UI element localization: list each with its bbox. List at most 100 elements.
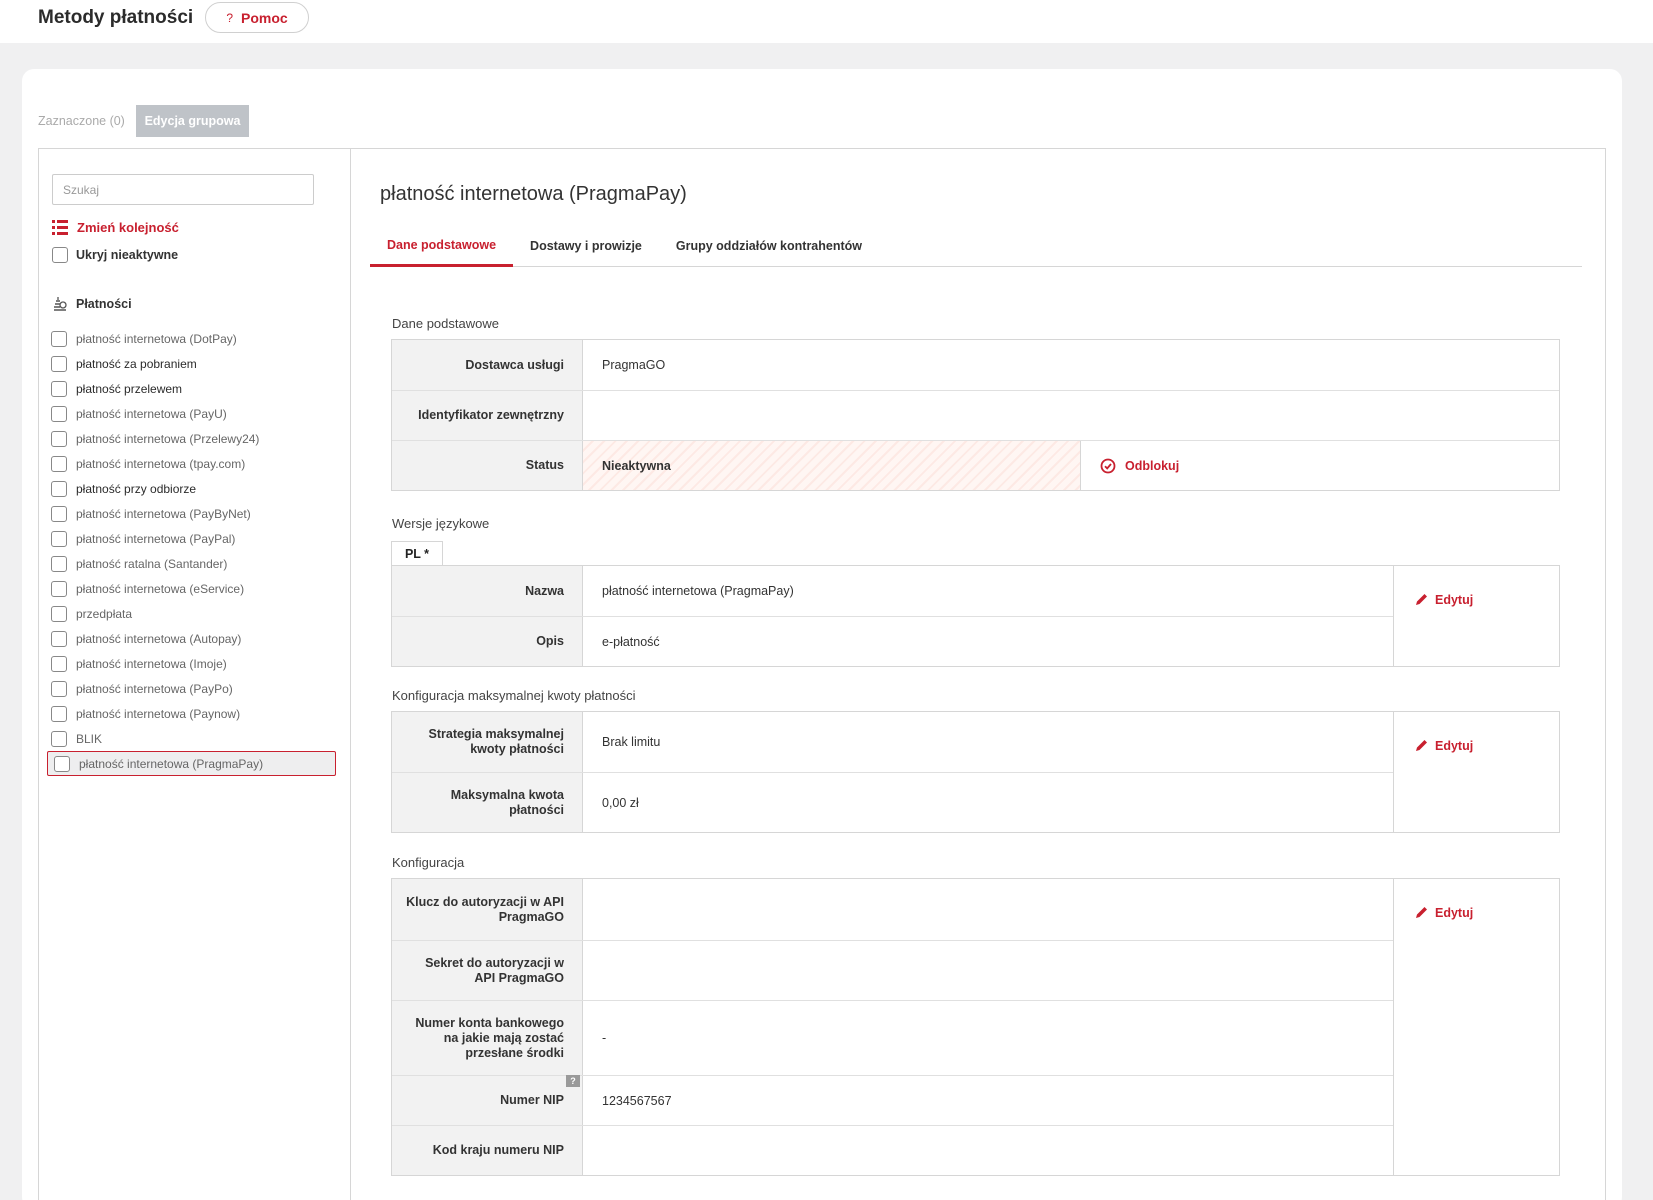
reorder-button[interactable]: Zmień kolejność	[52, 220, 179, 235]
table-row: Maksymalna kwota płatności 0,00 zł	[392, 772, 1393, 832]
max-strategy-label: Strategia maksymalnej kwoty płatności	[392, 712, 583, 772]
checkbox[interactable]	[54, 755, 70, 772]
list-item[interactable]: płatność ratalna (Santander)	[51, 551, 341, 576]
table-row: Kod kraju numeru NIP	[392, 1125, 1393, 1175]
checkbox[interactable]	[51, 580, 67, 597]
checkbox[interactable]	[51, 655, 67, 672]
question-icon: ?	[226, 10, 233, 25]
checkbox[interactable]	[51, 405, 67, 422]
list-item-label: płatność przelewem	[76, 381, 183, 396]
configuration-section-title: Konfiguracja	[392, 855, 465, 870]
panel-divider	[350, 148, 351, 1200]
checkbox[interactable]	[51, 505, 67, 522]
list-item-label: płatność internetowa (DotPay)	[76, 331, 237, 346]
tab-basic-data[interactable]: Dane podstawowe	[370, 225, 514, 267]
table-row: Status Nieaktywna Odblokuj	[392, 440, 1559, 490]
list-item[interactable]: płatność internetowa (PayByNet)	[51, 501, 341, 526]
list-item[interactable]: płatność internetowa (PayPal)	[51, 526, 341, 551]
list-item[interactable]: BLIK	[51, 726, 341, 751]
list-item[interactable]: płatność internetowa (Paynow)	[51, 701, 341, 726]
edit-label: Edytuj	[1435, 738, 1474, 753]
list-item-label: płatność za pobraniem	[76, 356, 197, 371]
nip-help-icon[interactable]: ?	[566, 1075, 580, 1087]
list-item[interactable]: płatność przelewem	[51, 376, 341, 401]
checkbox[interactable]	[51, 555, 67, 572]
checkbox[interactable]	[51, 605, 67, 622]
nip-country-label: Kod kraju numeru NIP	[392, 1126, 583, 1175]
checkbox[interactable]	[51, 705, 67, 722]
list-item[interactable]: płatność za pobraniem	[51, 351, 341, 376]
help-button[interactable]: ? Pomoc	[205, 2, 309, 33]
list-item[interactable]: płatność internetowa (PragmaPay)	[47, 751, 336, 776]
checkbox[interactable]	[51, 680, 67, 697]
checkbox[interactable]	[51, 480, 67, 497]
search-input[interactable]	[52, 174, 314, 205]
bulk-edit-button[interactable]: Edycja grupowa	[136, 105, 249, 137]
checkbox[interactable]	[51, 455, 67, 472]
description-label: Opis	[392, 617, 583, 666]
configuration-table: Klucz do autoryzacji w API PragmaGO Sekr…	[391, 878, 1560, 1176]
selected-count: Zaznaczone (0)	[38, 114, 125, 128]
list-item[interactable]: płatność internetowa (Przelewy24)	[51, 426, 341, 451]
tab-customer-branch-groups[interactable]: Grupy oddziałów kontrahentów	[659, 225, 879, 267]
list-item-label: przedpłata	[76, 606, 133, 621]
max-amount-label: Maksymalna kwota płatności	[392, 773, 583, 832]
payments-section-header: Płatności	[52, 296, 132, 312]
language-tab-pl[interactable]: PL *	[391, 541, 443, 565]
table-row: Dostawca usługi PragmaGO	[392, 340, 1559, 390]
top-bar: Metody płatności ? Pomoc	[0, 0, 1653, 43]
pencil-icon	[1416, 594, 1427, 605]
edit-column: Edytuj	[1393, 712, 1559, 832]
pencil-icon	[1416, 740, 1427, 751]
list-item-label: płatność internetowa (PayPo)	[76, 681, 233, 696]
payments-section-label: Płatności	[76, 297, 132, 311]
edit-label: Edytuj	[1435, 905, 1474, 920]
list-item-label: płatność internetowa (PayU)	[76, 406, 227, 421]
edit-language-button[interactable]: Edytuj	[1414, 592, 1559, 607]
list-item-label: płatność internetowa (tpay.com)	[76, 456, 246, 471]
list-item[interactable]: płatność internetowa (PayPo)	[51, 676, 341, 701]
language-versions-table: Nazwa płatność internetowa (PragmaPay) O…	[391, 565, 1560, 667]
list-item[interactable]: przedpłata	[51, 601, 341, 626]
name-label: Nazwa	[392, 566, 583, 616]
external-id-value	[583, 391, 1559, 440]
list-item[interactable]: płatność internetowa (PayU)	[51, 401, 341, 426]
help-button-label: Pomoc	[241, 9, 288, 26]
table-row: Sekret do autoryzacji w API PragmaGO	[392, 940, 1393, 1000]
nip-country-value	[583, 1126, 1393, 1175]
checkbox[interactable]	[51, 630, 67, 647]
checkbox[interactable]	[51, 530, 67, 547]
provider-label: Dostawca usługi	[392, 340, 583, 390]
list-item[interactable]: płatność przy odbiorze	[51, 476, 341, 501]
list-icon	[52, 220, 68, 235]
list-item-label: płatność przy odbiorze	[76, 481, 197, 496]
list-item[interactable]: płatność internetowa (eService)	[51, 576, 341, 601]
list-item[interactable]: płatność internetowa (Autopay)	[51, 626, 341, 651]
checkbox[interactable]	[51, 730, 67, 747]
hide-inactive-checkbox[interactable]: Ukryj nieaktywne	[52, 247, 178, 263]
edit-max-amount-button[interactable]: Edytuj	[1414, 738, 1559, 753]
payment-method-title: płatność internetowa (PragmaPay)	[380, 183, 687, 205]
list-item[interactable]: płatność internetowa (tpay.com)	[51, 451, 341, 476]
checkbox[interactable]	[51, 330, 67, 347]
tab-deliveries-fees[interactable]: Dostawy i prowizje	[513, 225, 659, 267]
table-row: Identyfikator zewnętrzny	[392, 390, 1559, 440]
name-value: płatność internetowa (PragmaPay)	[602, 584, 794, 598]
payment-methods-list: płatność internetowa (DotPay) płatność za…	[47, 326, 341, 776]
list-item[interactable]: płatność internetowa (Imoje)	[51, 651, 341, 676]
checkbox[interactable]	[52, 247, 68, 263]
page-title: Metody płatności	[38, 7, 194, 28]
checkbox[interactable]	[51, 380, 67, 397]
edit-configuration-button[interactable]: Edytuj	[1414, 905, 1559, 920]
table-row: Numer konta bankowego na jakie mają zost…	[392, 1000, 1393, 1075]
checkbox[interactable]	[51, 430, 67, 447]
table-row: Nazwa płatność internetowa (PragmaPay)	[392, 566, 1393, 616]
unlock-button[interactable]: Odblokuj	[1081, 441, 1179, 490]
checkbox[interactable]	[51, 355, 67, 372]
provider-value: PragmaGO	[602, 358, 666, 372]
list-item-label: płatność internetowa (Autopay)	[76, 631, 242, 646]
list-item[interactable]: płatność internetowa (DotPay)	[51, 326, 341, 351]
list-item-label: płatność internetowa (PayPal)	[76, 531, 236, 546]
edit-column: Edytuj	[1393, 879, 1559, 1175]
list-item-label: BLIK	[76, 731, 103, 746]
